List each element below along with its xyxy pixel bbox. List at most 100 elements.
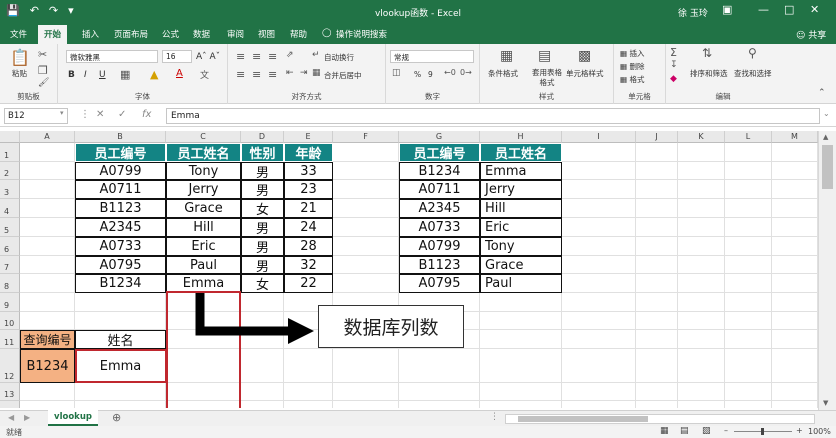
table1-data-cell[interactable]: 女 [241, 274, 284, 293]
tab-view[interactable]: 视图 [258, 28, 275, 40]
horizontal-scrollbar[interactable] [505, 414, 815, 424]
tab-insert[interactable]: 插入 [82, 28, 99, 40]
table1-data-cell[interactable]: Eric [166, 237, 241, 256]
column-header[interactable]: J [636, 131, 678, 143]
row-header[interactable]: 14 [0, 401, 20, 408]
cut-icon[interactable]: ✂ [38, 48, 47, 61]
column-header[interactable]: D [241, 131, 284, 143]
tab-review[interactable]: 审阅 [227, 28, 244, 40]
row-header[interactable]: 13 [0, 383, 20, 401]
row-header[interactable]: 10 [0, 312, 20, 330]
row-header[interactable]: 3 [0, 180, 20, 199]
table2-data-cell[interactable]: Emma [480, 162, 562, 180]
select-all-corner[interactable] [0, 131, 20, 143]
table1-header-cell[interactable]: 员工编号 [75, 143, 166, 162]
merge-icon[interactable]: ▦ [312, 68, 321, 78]
sort-filter-icon[interactable]: ⇅ [702, 46, 712, 60]
find-select-button[interactable]: 查找和选择 [734, 68, 772, 79]
table1-header-cell[interactable]: 性别 [241, 143, 284, 162]
table1-data-cell[interactable]: A0733 [75, 237, 166, 256]
table2-data-cell[interactable]: A0711 [399, 180, 480, 199]
fill-color-icon[interactable]: ▲ [150, 68, 158, 81]
zoom-in-icon[interactable]: + [796, 426, 803, 435]
row-header[interactable]: 6 [0, 237, 20, 256]
table1-data-cell[interactable]: Hill [166, 218, 241, 237]
lookup-id-value[interactable]: B1234 [20, 349, 75, 383]
row-header[interactable]: 4 [0, 199, 20, 218]
merge-center-button[interactable]: 合并后居中 [324, 70, 362, 81]
font-name-select[interactable]: 微软雅黑 [66, 50, 158, 63]
h-scroll-thumb[interactable] [518, 416, 648, 422]
border-icon[interactable]: ▦ [120, 68, 130, 81]
column-header[interactable]: H [480, 131, 562, 143]
maximize-icon[interactable]: □ [784, 3, 794, 16]
redo-icon[interactable]: ↷ [49, 4, 58, 17]
indent-icon[interactable]: ⇤ [286, 68, 294, 78]
zoom-slider-thumb[interactable] [761, 428, 764, 435]
autosum-icon[interactable]: Σ [670, 46, 677, 59]
conditional-format-icon[interactable]: ▦ [500, 48, 513, 64]
prev-sheet-icon[interactable]: ◀ [8, 413, 14, 422]
font-size-select[interactable]: 16 [162, 50, 192, 63]
close-icon[interactable]: ✕ [810, 3, 819, 16]
table1-data-cell[interactable]: A0799 [75, 162, 166, 180]
table1-data-cell[interactable]: B1123 [75, 199, 166, 218]
table1-data-cell[interactable]: 男 [241, 237, 284, 256]
column-header[interactable]: E [284, 131, 333, 143]
table2-data-cell[interactable]: A2345 [399, 199, 480, 218]
table1-data-cell[interactable]: Jerry [166, 180, 241, 199]
table2-data-cell[interactable]: A0795 [399, 274, 480, 293]
insert-cells-button[interactable]: ▦ 插入 [620, 48, 644, 59]
table1-data-cell[interactable]: 23 [284, 180, 333, 199]
table1-data-cell[interactable]: A2345 [75, 218, 166, 237]
expand-formula-icon[interactable]: ⌄ [823, 109, 830, 118]
tab-home[interactable]: 开始 [38, 25, 68, 44]
cell-styles-button[interactable]: 单元格样式 [566, 68, 604, 79]
name-box-dropdown-icon[interactable]: ▾ [60, 109, 64, 117]
table1-data-cell[interactable]: B1234 [75, 274, 166, 293]
add-sheet-icon[interactable]: ⊕ [112, 411, 121, 424]
table1-data-cell[interactable]: 男 [241, 256, 284, 275]
align-center-icon[interactable]: ≡ [252, 68, 261, 81]
phonetic-icon[interactable]: 文 [200, 68, 209, 81]
decrease-decimal-icon[interactable]: 0→ [460, 68, 472, 77]
row-header[interactable]: 9 [0, 293, 20, 312]
tab-file[interactable]: 文件 [10, 28, 27, 40]
tab-formulas[interactable]: 公式 [162, 28, 179, 40]
zoom-level[interactable]: 100% [808, 427, 831, 436]
increase-decimal-icon[interactable]: ←0 [444, 68, 456, 77]
align-top-icon[interactable]: ≡ [236, 50, 245, 63]
table2-data-cell[interactable]: Eric [480, 218, 562, 237]
tab-help[interactable]: 帮助 [290, 28, 307, 40]
italic-button[interactable]: I [84, 70, 87, 80]
name-box[interactable]: B12 [4, 108, 68, 124]
table1-data-cell[interactable]: 21 [284, 199, 333, 218]
column-header[interactable]: K [678, 131, 725, 143]
table1-data-cell[interactable]: 22 [284, 274, 333, 293]
orientation-icon[interactable]: ⇗ [286, 50, 294, 60]
tab-data[interactable]: 数据 [193, 28, 210, 40]
format-cells-button[interactable]: ▦ 格式 [620, 74, 644, 85]
copy-icon[interactable]: ❐ [38, 64, 48, 77]
share-button[interactable]: ☺ 共享 [796, 28, 826, 41]
ribbon-display-icon[interactable]: ▣ [722, 3, 732, 16]
customize-icon[interactable]: ▾ [68, 4, 74, 17]
sort-filter-button[interactable]: 排序和筛选 [690, 68, 728, 79]
column-header[interactable]: G [399, 131, 480, 143]
row-header[interactable]: 11 [0, 330, 20, 349]
column-header[interactable]: F [333, 131, 399, 143]
table1-data-cell[interactable]: Tony [166, 162, 241, 180]
table1-data-cell[interactable]: 33 [284, 162, 333, 180]
zoom-out-icon[interactable]: – [724, 426, 728, 435]
underline-button[interactable]: U [99, 70, 106, 80]
table2-data-cell[interactable]: Jerry [480, 180, 562, 199]
paste-icon[interactable]: 📋 [10, 48, 30, 67]
scroll-up-icon[interactable]: ▲ [823, 133, 828, 141]
wrap-text-icon[interactable]: ↵ [312, 50, 320, 60]
scroll-thumb[interactable] [822, 145, 833, 189]
lookup-id-label[interactable]: 查询编号 [20, 330, 75, 349]
table1-data-cell[interactable]: 女 [241, 199, 284, 218]
table1-data-cell[interactable]: 男 [241, 180, 284, 199]
delete-cells-button[interactable]: ▦ 删除 [620, 61, 644, 72]
sheet-tab-vlookup[interactable]: vlookup [48, 410, 98, 426]
